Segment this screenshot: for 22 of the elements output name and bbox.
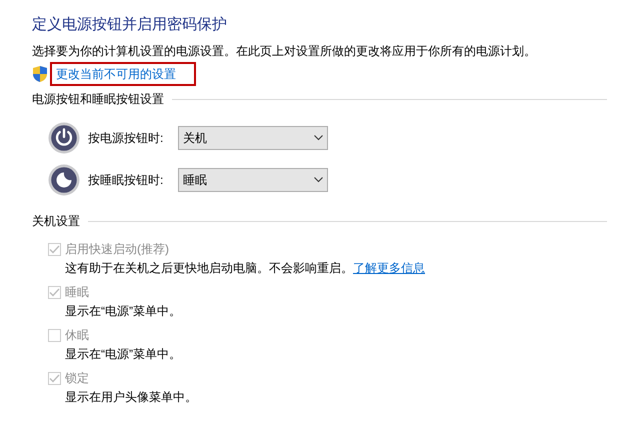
chevron-down-icon — [314, 177, 323, 183]
change-settings-link[interactable]: 更改当前不可用的设置 — [50, 62, 196, 86]
row-label: 按电源按钮时: — [88, 130, 164, 147]
page-title: 定义电源按钮并启用密码保护 — [32, 15, 228, 35]
section-heading: 电源按钮和睡眠按钮设置 — [32, 91, 164, 108]
option-description: 显示在“电源”菜单中。 — [65, 346, 181, 363]
shield-icon — [32, 65, 48, 83]
option-description: 显示在用户头像菜单中。 — [65, 389, 197, 406]
option-label: 睡眠 — [65, 284, 89, 301]
option-description: 这有助于在关机之后更快地启动电脑。不会影响重启。 — [65, 260, 353, 277]
power-icon — [48, 122, 80, 154]
chevron-down-icon — [314, 135, 323, 141]
row-label: 按睡眠按钮时: — [88, 172, 164, 189]
moon-icon — [48, 164, 80, 196]
dropdown[interactable]: 睡眠 — [178, 168, 328, 192]
section-heading: 关机设置 — [32, 213, 80, 230]
intro-text: 选择要为你的计算机设置的电源设置。在此页上对设置所做的更改将应用于你所有的电源计划。 — [32, 43, 537, 60]
dropdown[interactable]: 关机 — [178, 126, 328, 150]
option-label: 启用快速启动(推荐) — [65, 241, 169, 258]
option-description: 显示在“电源”菜单中。 — [65, 303, 181, 320]
option-label: 休眠 — [65, 327, 89, 344]
option-label: 锁定 — [65, 370, 89, 387]
